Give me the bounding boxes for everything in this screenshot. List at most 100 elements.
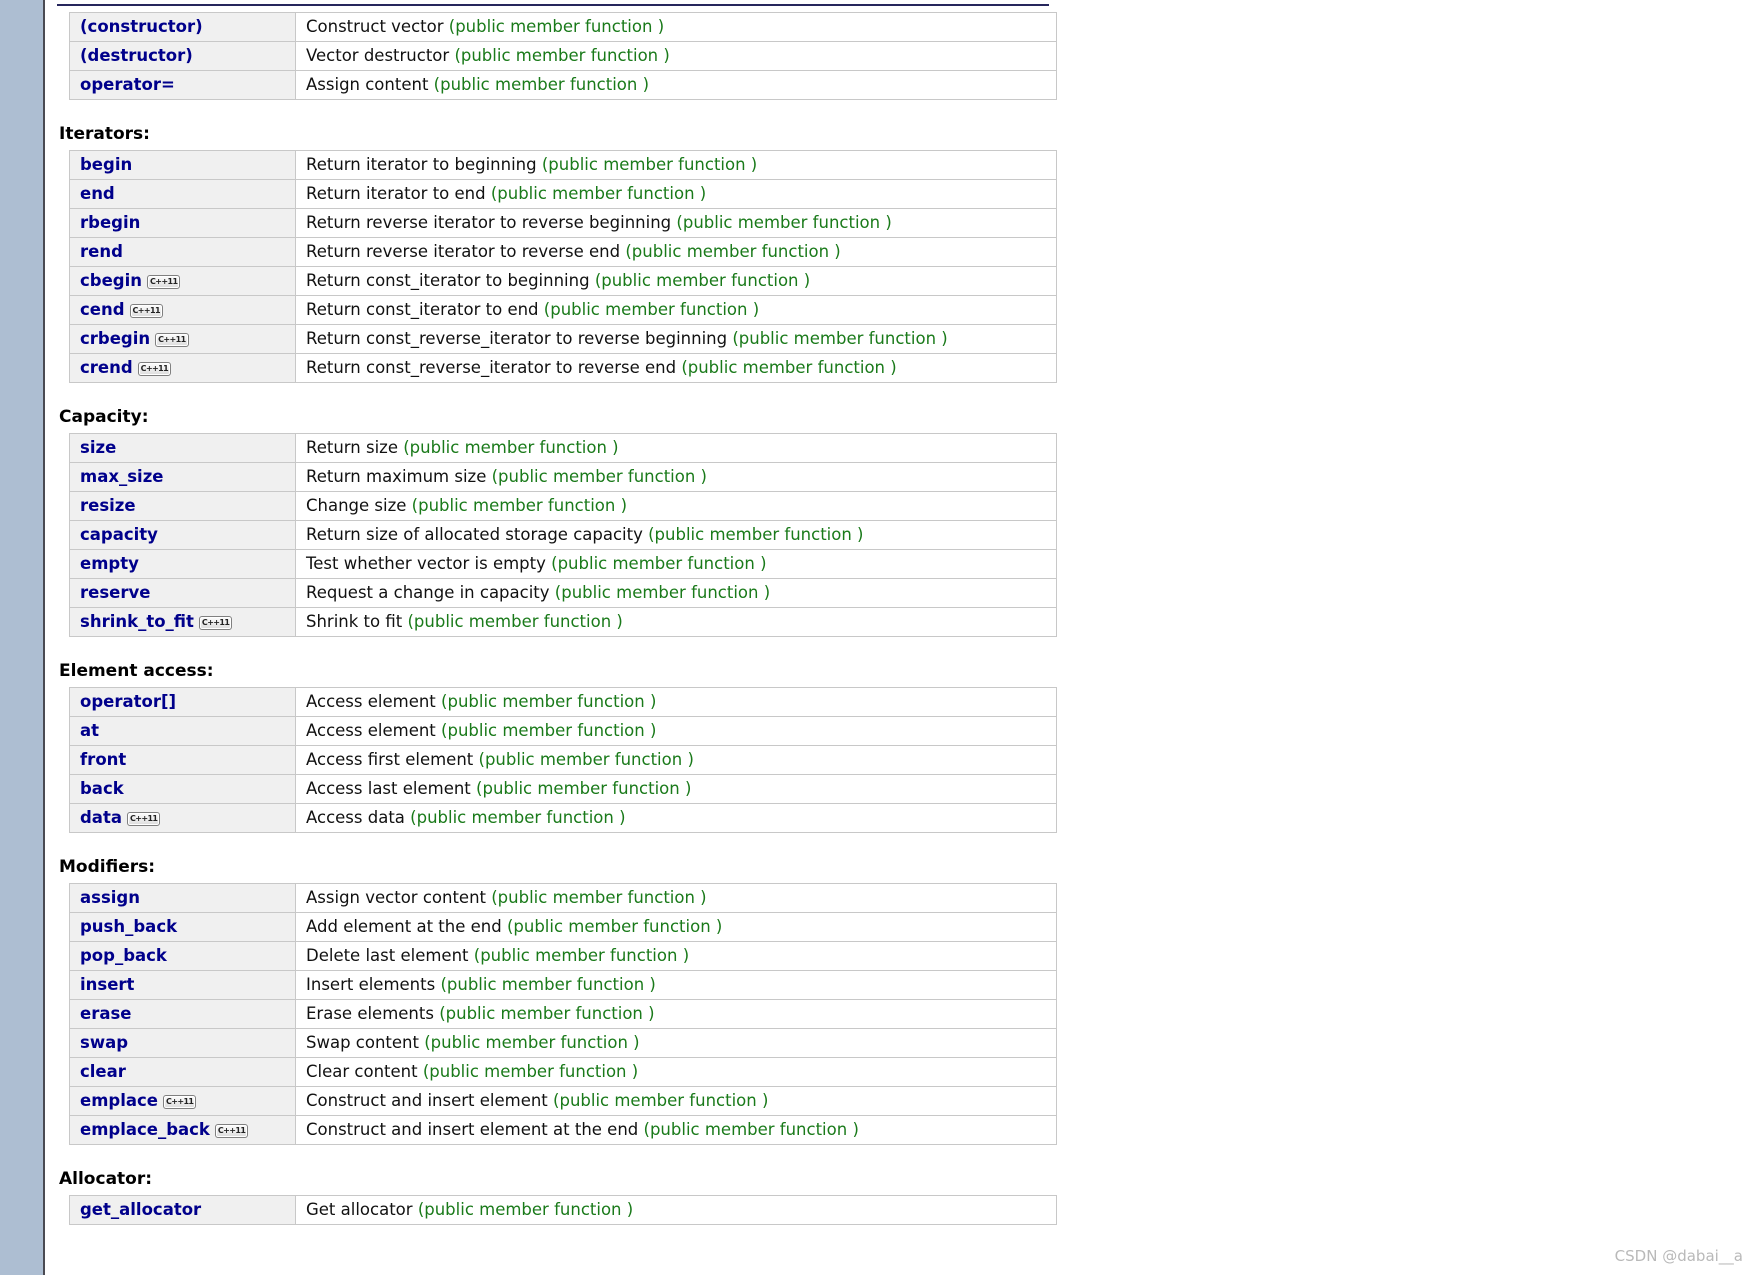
member-function-link[interactable]: crbegin — [80, 329, 150, 348]
member-function-link[interactable]: (constructor) — [80, 17, 203, 36]
table-row[interactable]: clear Clear content (public member functi… — [69, 1057, 1057, 1087]
member-function-name-cell[interactable]: size — [69, 433, 296, 463]
table-row[interactable]: capacity Return size of allocated storage… — [69, 520, 1057, 550]
table-row[interactable]: emplace C++11 Construct and insert element… — [69, 1086, 1057, 1116]
table-row[interactable]: pop_back Delete last element (public memb… — [69, 941, 1057, 971]
table-row[interactable]: (destructor) Vector destructor (public me… — [69, 41, 1057, 71]
member-function-name-cell[interactable]: crbegin C++11 — [69, 324, 296, 354]
member-function-link[interactable]: erase — [80, 1004, 131, 1023]
member-function-name-cell[interactable]: end — [69, 179, 296, 209]
table-row[interactable]: insert Insert elements (public member fun… — [69, 970, 1057, 1000]
member-function-name-cell[interactable]: at — [69, 716, 296, 746]
member-function-name-cell[interactable]: emplace_back C++11 — [69, 1115, 296, 1145]
member-function-link[interactable]: size — [80, 438, 116, 457]
table-row[interactable]: at Access element (public member function… — [69, 716, 1057, 746]
member-function-name-cell[interactable]: push_back — [69, 912, 296, 942]
member-function-link[interactable]: cend — [80, 300, 125, 319]
member-function-link[interactable]: rend — [80, 242, 123, 261]
member-function-link[interactable]: capacity — [80, 525, 158, 544]
table-row[interactable]: emplace_back C++11 Construct and insert el… — [69, 1115, 1057, 1145]
member-function-name-cell[interactable]: (destructor) — [69, 41, 296, 71]
member-function-link[interactable]: empty — [80, 554, 139, 573]
member-function-link[interactable]: pop_back — [80, 946, 167, 965]
member-function-link[interactable]: front — [80, 750, 126, 769]
table-row[interactable]: back Access last element (public member f… — [69, 774, 1057, 804]
member-function-link[interactable]: operator[] — [80, 692, 176, 711]
member-function-name-cell[interactable]: swap — [69, 1028, 296, 1058]
member-function-name-cell[interactable]: empty — [69, 549, 296, 579]
table-row[interactable]: begin Return iterator to beginning (publi… — [69, 150, 1057, 180]
table-row[interactable]: empty Test whether vector is empty (publi… — [69, 549, 1057, 579]
member-function-name-cell[interactable]: max_size — [69, 462, 296, 492]
member-function-name-cell[interactable]: rbegin — [69, 208, 296, 238]
member-function-link[interactable]: end — [80, 184, 115, 203]
member-function-name-cell[interactable]: (constructor) — [69, 12, 296, 42]
member-function-name-cell[interactable]: emplace C++11 — [69, 1086, 296, 1116]
member-function-name-cell[interactable]: crend C++11 — [69, 353, 296, 383]
member-function-name-cell[interactable]: pop_back — [69, 941, 296, 971]
member-function-link[interactable]: max_size — [80, 467, 164, 486]
member-function-link[interactable]: shrink_to_fit — [80, 612, 194, 631]
member-function-link[interactable]: reserve — [80, 583, 150, 602]
member-function-link[interactable]: rbegin — [80, 213, 140, 232]
table-row[interactable]: shrink_to_fit C++11 Shrink to fit (public … — [69, 607, 1057, 637]
table-row[interactable]: front Access first element (public member… — [69, 745, 1057, 775]
member-function-link[interactable]: get_allocator — [80, 1200, 201, 1219]
member-kind-note: (public member function ) — [553, 1090, 769, 1110]
table-row[interactable]: push_back Add element at the end (public … — [69, 912, 1057, 942]
member-function-link[interactable]: cbegin — [80, 271, 142, 290]
member-function-link[interactable]: begin — [80, 155, 132, 174]
table-row[interactable]: reserve Request a change in capacity (pub… — [69, 578, 1057, 608]
member-function-name-cell[interactable]: front — [69, 745, 296, 775]
member-function-link[interactable]: back — [80, 779, 124, 798]
table-row[interactable]: crend C++11 Return const_reverse_iterator … — [69, 353, 1057, 383]
table-row[interactable]: resize Change size (public member functio… — [69, 491, 1057, 521]
member-function-name-cell[interactable]: rend — [69, 237, 296, 267]
table-row[interactable]: cend C++11 Return const_iterator to end (p… — [69, 295, 1057, 325]
table-row[interactable]: rbegin Return reverse iterator to reverse… — [69, 208, 1057, 238]
member-function-name-cell[interactable]: shrink_to_fit C++11 — [69, 607, 296, 637]
member-function-name-cell[interactable]: insert — [69, 970, 296, 1000]
member-function-name-cell[interactable]: operator[] — [69, 687, 296, 717]
table-row[interactable]: get_allocator Get allocator (public membe… — [69, 1195, 1057, 1225]
table-row[interactable]: (constructor) Construct vector (public me… — [69, 12, 1057, 42]
member-function-link[interactable]: crend — [80, 358, 133, 377]
member-function-link[interactable]: push_back — [80, 917, 177, 936]
member-function-link[interactable]: data — [80, 808, 122, 827]
member-function-name-cell[interactable]: begin — [69, 150, 296, 180]
table-row[interactable]: size Return size (public member function … — [69, 433, 1057, 463]
member-function-name-cell[interactable]: get_allocator — [69, 1195, 296, 1225]
member-function-name-cell[interactable]: resize — [69, 491, 296, 521]
member-function-link[interactable]: assign — [80, 888, 140, 907]
table-row[interactable]: rend Return reverse iterator to reverse e… — [69, 237, 1057, 267]
member-function-name-cell[interactable]: back — [69, 774, 296, 804]
member-function-name-cell[interactable]: data C++11 — [69, 803, 296, 833]
member-function-link[interactable]: clear — [80, 1062, 126, 1081]
member-function-link[interactable]: emplace — [80, 1091, 158, 1110]
table-row[interactable]: end Return iterator to end (public member… — [69, 179, 1057, 209]
table-row[interactable]: assign Assign vector content (public memb… — [69, 883, 1057, 913]
table-row[interactable]: crbegin C++11 Return const_reverse_iterato… — [69, 324, 1057, 354]
member-function-link[interactable]: emplace_back — [80, 1120, 210, 1139]
member-function-link[interactable]: at — [80, 721, 99, 740]
member-function-name-cell[interactable]: reserve — [69, 578, 296, 608]
member-function-name-cell[interactable]: assign — [69, 883, 296, 913]
table-row[interactable]: swap Swap content (public member function… — [69, 1028, 1057, 1058]
table-row[interactable]: operator= Assign content (public member f… — [69, 70, 1057, 100]
member-function-name-cell[interactable]: erase — [69, 999, 296, 1029]
member-function-link[interactable]: insert — [80, 975, 134, 994]
member-function-name-cell[interactable]: cbegin C++11 — [69, 266, 296, 296]
member-function-name-cell[interactable]: clear — [69, 1057, 296, 1087]
table-row[interactable]: erase Erase elements (public member funct… — [69, 999, 1057, 1029]
table-row[interactable]: cbegin C++11 Return const_iterator to begi… — [69, 266, 1057, 296]
member-function-link[interactable]: resize — [80, 496, 136, 515]
table-row[interactable]: max_size Return maximum size (public memb… — [69, 462, 1057, 492]
member-function-link[interactable]: swap — [80, 1033, 128, 1052]
table-row[interactable]: data C++11 Access data (public member func… — [69, 803, 1057, 833]
member-function-name-cell[interactable]: capacity — [69, 520, 296, 550]
table-row[interactable]: operator[] Access element (public member … — [69, 687, 1057, 717]
member-function-name-cell[interactable]: cend C++11 — [69, 295, 296, 325]
member-function-name-cell[interactable]: operator= — [69, 70, 296, 100]
member-function-link[interactable]: operator= — [80, 75, 175, 94]
member-function-link[interactable]: (destructor) — [80, 46, 193, 65]
